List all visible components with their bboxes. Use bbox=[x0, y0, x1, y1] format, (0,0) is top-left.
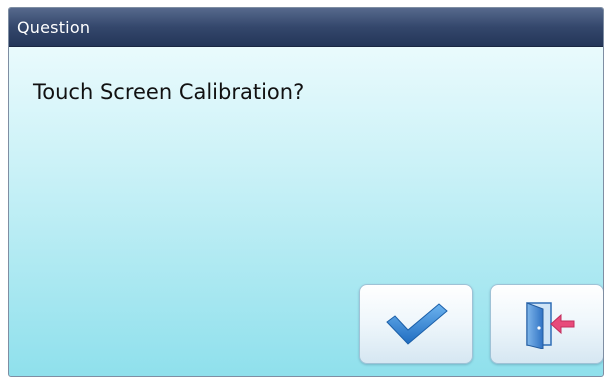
dialog-message: Touch Screen Calibration? bbox=[33, 80, 305, 104]
checkmark-icon bbox=[386, 303, 448, 345]
confirm-button[interactable] bbox=[359, 284, 473, 364]
dialog-title: Question bbox=[17, 18, 91, 37]
dialog-titlebar: Question bbox=[9, 8, 603, 47]
exit-button[interactable] bbox=[490, 284, 603, 364]
question-dialog: Question Touch Screen Calibration? bbox=[8, 7, 604, 377]
exit-door-icon bbox=[526, 302, 575, 349]
